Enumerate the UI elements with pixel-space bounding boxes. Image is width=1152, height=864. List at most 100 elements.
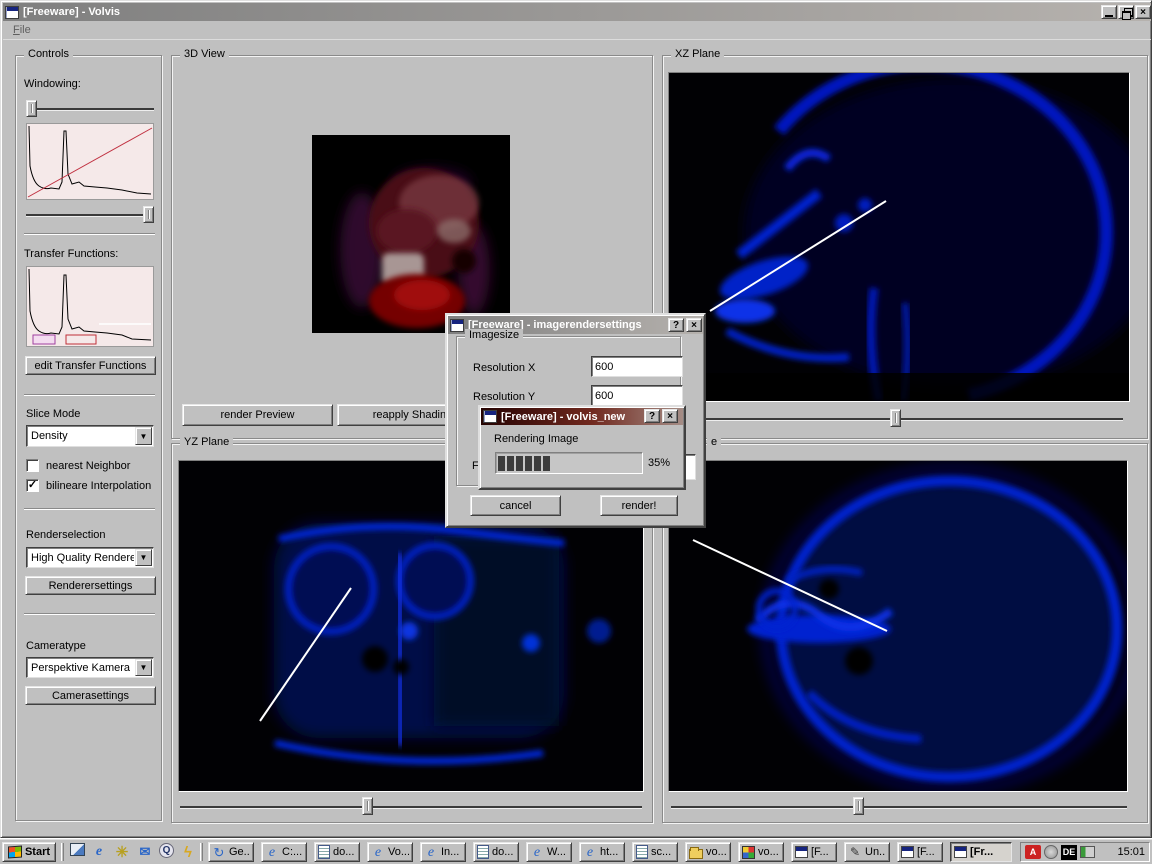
skull-3d-render[interactable] bbox=[312, 135, 510, 333]
remove-hardware-icon[interactable] bbox=[1080, 846, 1095, 858]
windows-flag-icon bbox=[8, 846, 22, 859]
xy-slider-track[interactable] bbox=[671, 806, 1127, 808]
taskbar-task[interactable]: eC:... bbox=[261, 842, 307, 862]
taskbar-task[interactable]: vo... bbox=[685, 842, 731, 862]
xy-slice-image[interactable] bbox=[668, 460, 1128, 792]
nearest-neighbor-label: nearest Neighbor bbox=[46, 460, 130, 472]
keyboard-layout-indicator[interactable]: DE bbox=[1061, 845, 1077, 860]
transfer-functions-label: Transfer Functions: bbox=[24, 248, 118, 260]
edit-icon: ✎ bbox=[848, 846, 862, 859]
window-icon bbox=[901, 846, 914, 858]
colorful-icon bbox=[742, 846, 755, 859]
view3d-group-label: 3D View bbox=[180, 48, 229, 60]
start-button[interactable]: Start bbox=[2, 842, 56, 862]
renderselection-value: High Quality Renderer bbox=[27, 552, 134, 564]
menu-file[interactable]: File bbox=[7, 22, 37, 38]
task-label: ht... bbox=[600, 846, 618, 858]
close-button[interactable]: × bbox=[1135, 5, 1151, 19]
taskbar-task[interactable]: vo... bbox=[738, 842, 784, 862]
taskbar-task[interactable]: [F... bbox=[791, 842, 837, 862]
q-icon[interactable]: Q bbox=[159, 843, 174, 858]
dialog-icon bbox=[450, 319, 464, 332]
task-label: Ge... bbox=[229, 846, 250, 858]
controls-group-label: Controls bbox=[24, 48, 73, 60]
minimize-button[interactable] bbox=[1101, 5, 1117, 19]
taskbar-task[interactable]: eVo... bbox=[367, 842, 413, 862]
cameratype-combo[interactable]: Perspektive Kamera ▼ bbox=[26, 657, 154, 678]
slice-mode-combo[interactable]: Density ▼ bbox=[26, 425, 154, 447]
separator bbox=[24, 394, 155, 396]
cancel-button[interactable]: cancel bbox=[470, 495, 561, 516]
dialog-icon bbox=[483, 410, 497, 423]
renderersettings-button[interactable]: Renderersettings bbox=[25, 576, 156, 595]
ati-tray-icon[interactable]: A bbox=[1025, 845, 1041, 859]
quick-launch: e ✳ ✉ Qϟ bbox=[70, 843, 197, 861]
yz-slider-thumb[interactable] bbox=[362, 797, 373, 815]
task-label: C:... bbox=[282, 846, 302, 858]
lightning-icon[interactable]: ϟ bbox=[179, 843, 197, 861]
windowing-slider-top-track[interactable] bbox=[26, 108, 154, 110]
bilinear-interpolation-checkbox[interactable]: ✓ bbox=[26, 479, 39, 492]
render-preview-button[interactable]: render Preview bbox=[182, 404, 333, 426]
separator bbox=[24, 233, 155, 235]
controls-group: Controls Windowing: Transfer Functions: bbox=[15, 55, 162, 821]
window-title: [Freeware] - Volvis bbox=[23, 6, 120, 18]
mail-icon[interactable]: ✉ bbox=[136, 843, 154, 861]
main-titlebar[interactable]: [Freeware] - Volvis bbox=[3, 3, 1151, 21]
renderersettings-label: Renderersettings bbox=[49, 580, 133, 592]
chevron-down-icon[interactable]: ▼ bbox=[135, 549, 152, 566]
windowing-slider-bottom-thumb[interactable] bbox=[143, 206, 154, 223]
xz-slider-thumb[interactable] bbox=[890, 409, 901, 427]
camerasettings-button[interactable]: Camerasettings bbox=[25, 686, 156, 705]
task-label: In... bbox=[441, 846, 459, 858]
restore-button[interactable] bbox=[1118, 5, 1134, 19]
task-label: [F... bbox=[811, 846, 829, 858]
taskbar-grip[interactable] bbox=[61, 843, 64, 861]
taskbar-task[interactable]: [F... bbox=[897, 842, 943, 862]
xz-slice-image[interactable] bbox=[668, 72, 1130, 402]
bilinear-interpolation-label: bilineare Interpolation bbox=[46, 480, 151, 492]
desktop-icon[interactable] bbox=[70, 843, 85, 856]
render-button[interactable]: render! bbox=[600, 495, 678, 516]
taskbar-task[interactable]: sc... bbox=[632, 842, 678, 862]
volvis-new-dialog: [Freeware] - volvis_new ? × Rendering Im… bbox=[478, 405, 686, 490]
ie-icon: e bbox=[530, 846, 544, 859]
taskbar-grip[interactable] bbox=[200, 843, 203, 861]
yz-slider-track[interactable] bbox=[180, 806, 642, 808]
nearest-neighbor-checkbox[interactable] bbox=[26, 459, 39, 472]
windowing-slider-bottom-track[interactable] bbox=[26, 214, 154, 216]
edit-transfer-functions-button[interactable]: edit Transfer Functions bbox=[25, 356, 156, 375]
window-icon bbox=[795, 846, 808, 858]
help-button[interactable]: ? bbox=[644, 409, 660, 423]
taskbar-task[interactable]: eIn... bbox=[420, 842, 466, 862]
taskbar-task[interactable]: eht... bbox=[579, 842, 625, 862]
help-button[interactable]: ? bbox=[668, 318, 684, 332]
renderselection-combo[interactable]: High Quality Renderer ▼ bbox=[26, 547, 154, 568]
taskbar-task[interactable]: do... bbox=[473, 842, 519, 862]
resolution-x-input[interactable] bbox=[591, 356, 683, 377]
taskbar-task[interactable]: do... bbox=[314, 842, 360, 862]
progress-block bbox=[516, 456, 523, 471]
resolution-y-input[interactable] bbox=[591, 385, 683, 406]
ie-icon: e bbox=[583, 846, 597, 859]
renderselection-label: Renderselection bbox=[26, 529, 106, 541]
close-button[interactable]: × bbox=[662, 409, 678, 423]
screen: [Freeware] - Volvis × File Controls Wind… bbox=[0, 0, 1152, 864]
close-button[interactable]: × bbox=[686, 318, 702, 332]
progress-block bbox=[525, 456, 532, 471]
cancel-label: cancel bbox=[500, 500, 532, 512]
chevron-down-icon[interactable]: ▼ bbox=[135, 659, 152, 676]
taskbar-task[interactable]: ↻Ge... bbox=[208, 842, 254, 862]
taskbar-task[interactable]: [Fr... bbox=[950, 842, 1012, 862]
windowing-slider-top-thumb[interactable] bbox=[26, 100, 37, 117]
device-tray-icon[interactable] bbox=[1044, 845, 1058, 859]
taskbar-task[interactable]: eW... bbox=[526, 842, 572, 862]
star-icon[interactable]: ✳ bbox=[113, 843, 131, 861]
task-label: sc... bbox=[651, 846, 671, 858]
task-label: vo... bbox=[758, 846, 779, 858]
xy-plane-label: e bbox=[707, 436, 721, 448]
xy-slider-thumb[interactable] bbox=[853, 797, 864, 815]
chevron-down-icon[interactable]: ▼ bbox=[135, 427, 152, 445]
taskbar-task[interactable]: ✎Un... bbox=[844, 842, 890, 862]
ie-icon[interactable]: e bbox=[90, 843, 108, 861]
